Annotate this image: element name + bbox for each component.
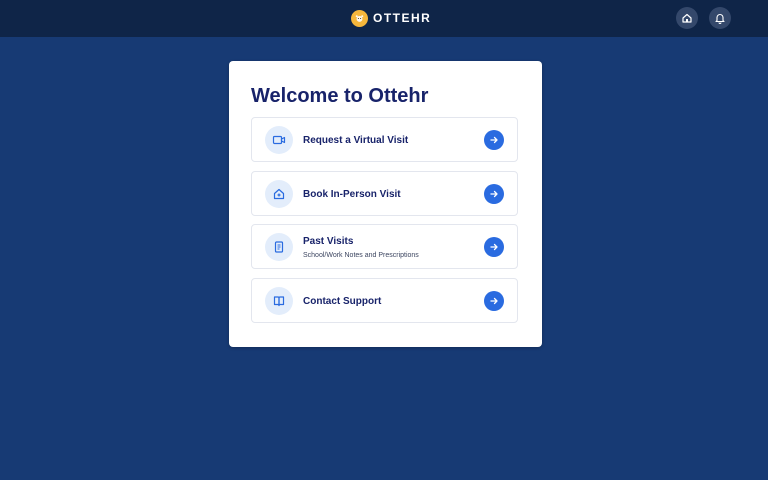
option-subtitle: School/Work Notes and Prescriptions (303, 252, 419, 259)
contact-support-option[interactable]: Contact Support (251, 278, 518, 323)
arrow-right-icon[interactable] (484, 237, 504, 257)
otter-logo-icon (351, 9, 368, 27)
document-icon (265, 233, 293, 261)
arrow-right-icon[interactable] (484, 184, 504, 204)
page-title: Welcome to Ottehr (251, 85, 429, 107)
book-icon (265, 287, 293, 315)
notifications-button[interactable] (709, 7, 731, 29)
past-visits-option[interactable]: Past Visits School/Work Notes and Prescr… (251, 224, 518, 269)
arrow-right-icon[interactable] (484, 291, 504, 311)
home-icon (682, 13, 692, 23)
option-label: Request a Virtual Visit (303, 135, 409, 146)
book-in-person-visit-option[interactable]: Book In-Person Visit (251, 171, 518, 216)
home-button[interactable] (676, 7, 698, 29)
request-virtual-visit-option[interactable]: Request a Virtual Visit (251, 117, 518, 162)
clinic-icon (265, 180, 293, 208)
top-app-bar: OTTEHR (0, 0, 768, 37)
option-label: Book In-Person Visit (303, 189, 401, 200)
option-label: Contact Support (303, 296, 382, 307)
bell-icon (715, 14, 725, 24)
arrow-right-icon[interactable] (484, 130, 504, 150)
brand-name: OTTEHR (373, 11, 432, 25)
option-label: Past Visits (303, 236, 354, 247)
welcome-card: Welcome to Ottehr Request a Virtual Visi… (229, 61, 542, 347)
video-icon (265, 126, 293, 154)
brand[interactable]: OTTEHR (351, 8, 431, 28)
